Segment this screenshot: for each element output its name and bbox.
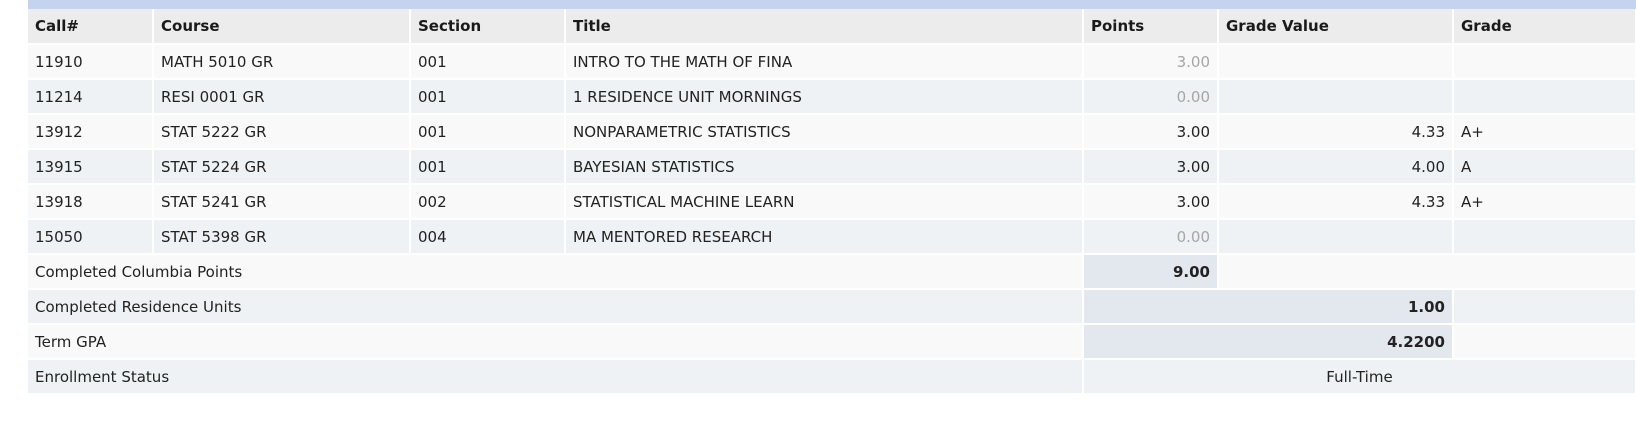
cell-call: 13915 xyxy=(28,149,154,185)
cell-section: 004 xyxy=(410,219,566,255)
summary-value-enrollment-status: Full-Time xyxy=(1083,359,1636,395)
cell-course: RESI 0001 GR xyxy=(153,79,411,115)
cell-grade-value: 4.33 xyxy=(1218,184,1454,220)
summary-label: Completed Residence Units xyxy=(28,289,1084,325)
cell-title: MA MENTORED RESEARCH xyxy=(565,219,1084,255)
summary-label: Completed Columbia Points xyxy=(28,254,1084,290)
grades-table: Call# Course Section Title Points Grade … xyxy=(28,9,1636,395)
cell-title: INTRO TO THE MATH OF FINA xyxy=(565,44,1084,80)
cell-grade xyxy=(1453,219,1636,255)
summary-label: Enrollment Status xyxy=(28,359,1084,395)
column-header-course: Course xyxy=(153,9,411,45)
summary-row-enrollment-status: Enrollment Status Full-Time xyxy=(28,359,1636,395)
cell-grade-value xyxy=(1218,79,1454,115)
cell-title: BAYESIAN STATISTICS xyxy=(565,149,1084,185)
summary-value-residence-units: 1.00 xyxy=(1083,289,1454,325)
cell-section: 001 xyxy=(410,149,566,185)
column-header-section: Section xyxy=(410,9,566,45)
table-row: 11910 MATH 5010 GR 001 INTRO TO THE MATH… xyxy=(28,44,1636,80)
table-row: 11214 RESI 0001 GR 001 1 RESIDENCE UNIT … xyxy=(28,79,1636,115)
summary-empty xyxy=(1218,254,1636,290)
cell-points: 3.00 xyxy=(1083,44,1219,80)
summary-label: Term GPA xyxy=(28,324,1084,360)
summary-empty xyxy=(1453,324,1636,360)
cell-grade-value: 4.33 xyxy=(1218,114,1454,150)
cell-points: 0.00 xyxy=(1083,79,1219,115)
summary-row-residence-units: Completed Residence Units 1.00 xyxy=(28,289,1636,325)
column-header-title: Title xyxy=(565,9,1084,45)
cell-grade-value: 4.00 xyxy=(1218,149,1454,185)
cell-section: 001 xyxy=(410,44,566,80)
cell-call: 13912 xyxy=(28,114,154,150)
summary-row-columbia-points: Completed Columbia Points 9.00 xyxy=(28,254,1636,290)
cell-course: STAT 5222 GR xyxy=(153,114,411,150)
column-header-grade-value: Grade Value xyxy=(1218,9,1454,45)
table-header-row: Call# Course Section Title Points Grade … xyxy=(28,9,1636,45)
cell-course: MATH 5010 GR xyxy=(153,44,411,80)
cell-grade xyxy=(1453,79,1636,115)
cell-call: 13918 xyxy=(28,184,154,220)
cell-course: STAT 5241 GR xyxy=(153,184,411,220)
cell-grade: A xyxy=(1453,149,1636,185)
cell-grade: A+ xyxy=(1453,114,1636,150)
cell-call: 15050 xyxy=(28,219,154,255)
cell-title: 1 RESIDENCE UNIT MORNINGS xyxy=(565,79,1084,115)
cell-course: STAT 5398 GR xyxy=(153,219,411,255)
table-row: 13912 STAT 5222 GR 001 NONPARAMETRIC STA… xyxy=(28,114,1636,150)
top-band xyxy=(28,0,1636,9)
table-row: 13918 STAT 5241 GR 002 STATISTICAL MACHI… xyxy=(28,184,1636,220)
cell-grade-value xyxy=(1218,219,1454,255)
table-row: 13915 STAT 5224 GR 001 BAYESIAN STATISTI… xyxy=(28,149,1636,185)
column-header-points: Points xyxy=(1083,9,1219,45)
cell-points: 3.00 xyxy=(1083,184,1219,220)
column-header-call: Call# xyxy=(28,9,154,45)
cell-points: 3.00 xyxy=(1083,149,1219,185)
cell-call: 11214 xyxy=(28,79,154,115)
cell-grade-value xyxy=(1218,44,1454,80)
cell-points: 0.00 xyxy=(1083,219,1219,255)
cell-grade xyxy=(1453,44,1636,80)
summary-value-columbia-points: 9.00 xyxy=(1083,254,1219,290)
cell-section: 001 xyxy=(410,79,566,115)
cell-title: NONPARAMETRIC STATISTICS xyxy=(565,114,1084,150)
summary-empty xyxy=(1453,289,1636,325)
cell-course: STAT 5224 GR xyxy=(153,149,411,185)
cell-grade: A+ xyxy=(1453,184,1636,220)
column-header-grade: Grade xyxy=(1453,9,1636,45)
cell-title: STATISTICAL MACHINE LEARN xyxy=(565,184,1084,220)
table-row: 15050 STAT 5398 GR 004 MA MENTORED RESEA… xyxy=(28,219,1636,255)
cell-section: 002 xyxy=(410,184,566,220)
cell-points: 3.00 xyxy=(1083,114,1219,150)
summary-value-term-gpa: 4.2200 xyxy=(1083,324,1454,360)
summary-row-term-gpa: Term GPA 4.2200 xyxy=(28,324,1636,360)
cell-call: 11910 xyxy=(28,44,154,80)
cell-section: 001 xyxy=(410,114,566,150)
